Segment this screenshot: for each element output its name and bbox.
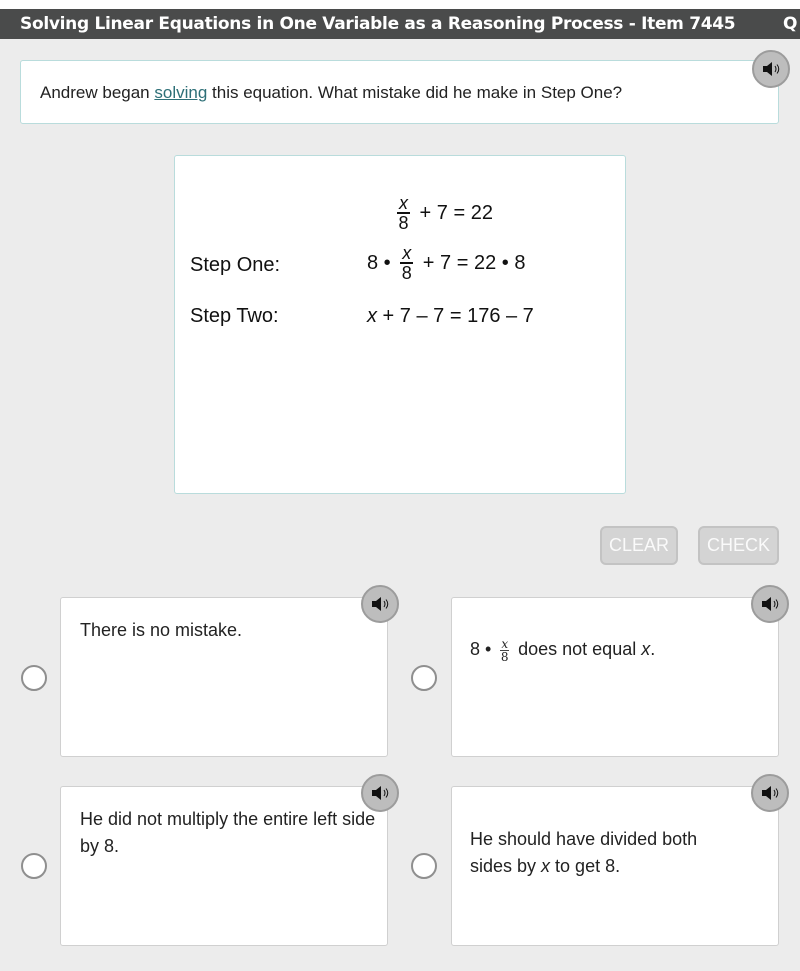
question-text: Andrew began solving this equation. What…: [40, 83, 622, 103]
title-overflow: Q: [783, 14, 798, 34]
clear-button[interactable]: CLEAR: [600, 526, 678, 565]
question-box: Andrew began solving this equation. What…: [20, 60, 779, 124]
equation-box: x8 + 7 = 22 Step One: 8 • x8 + 7 = 22 • …: [174, 155, 626, 494]
choice-b[interactable]: 8 • x8 does not equal x.: [451, 597, 779, 757]
choice-c-audio-button[interactable]: [361, 774, 399, 812]
glossary-link-solving[interactable]: solving: [154, 83, 207, 102]
choice-c-text: He did not multiply the entire left side…: [80, 809, 376, 856]
speaker-icon: [372, 786, 389, 800]
fraction-x-over-8: x8: [500, 636, 510, 664]
choice-d-radio[interactable]: [411, 853, 437, 879]
choice-a-text: There is no mistake.: [80, 620, 243, 640]
question-audio-button[interactable]: [752, 50, 790, 88]
step-two-label: Step Two:: [190, 305, 279, 327]
choice-a[interactable]: There is no mistake.: [60, 597, 388, 757]
speaker-icon: [372, 597, 389, 611]
speaker-icon: [762, 786, 779, 800]
step-two-equation: x + 7 – 7 = 176 – 7: [367, 305, 534, 327]
choice-b-radio[interactable]: [411, 665, 437, 691]
title-bar: Solving Linear Equations in One Variable…: [0, 9, 800, 39]
fraction-x-over-8: x8: [397, 193, 410, 233]
choice-d-text: He should have divided both sides by x t…: [470, 829, 698, 876]
top-strip: [0, 0, 800, 9]
choice-b-audio-button[interactable]: [751, 585, 789, 623]
step-one-label: Step One:: [190, 254, 281, 276]
step-one-equation: 8 • x8 + 7 = 22 • 8: [367, 243, 526, 283]
page-title: Solving Linear Equations in One Variable…: [20, 14, 736, 34]
choice-c[interactable]: He did not multiply the entire left side…: [60, 786, 388, 946]
choice-d-audio-button[interactable]: [751, 774, 789, 812]
speaker-icon: [762, 597, 779, 611]
choice-a-audio-button[interactable]: [361, 585, 399, 623]
question-prefix: Andrew began: [40, 83, 155, 102]
choice-a-radio[interactable]: [21, 665, 47, 691]
choice-b-text: 8 • x8 does not equal x.: [470, 636, 656, 664]
given-equation: x8 + 7 = 22: [397, 193, 493, 233]
check-button[interactable]: CHECK: [698, 526, 779, 565]
choice-c-radio[interactable]: [21, 853, 47, 879]
speaker-icon: [763, 62, 780, 76]
choice-d[interactable]: He should have divided both sides by x t…: [451, 786, 779, 946]
question-suffix: this equation. What mistake did he make …: [207, 83, 623, 102]
fraction-x-over-8: x8: [400, 243, 414, 283]
